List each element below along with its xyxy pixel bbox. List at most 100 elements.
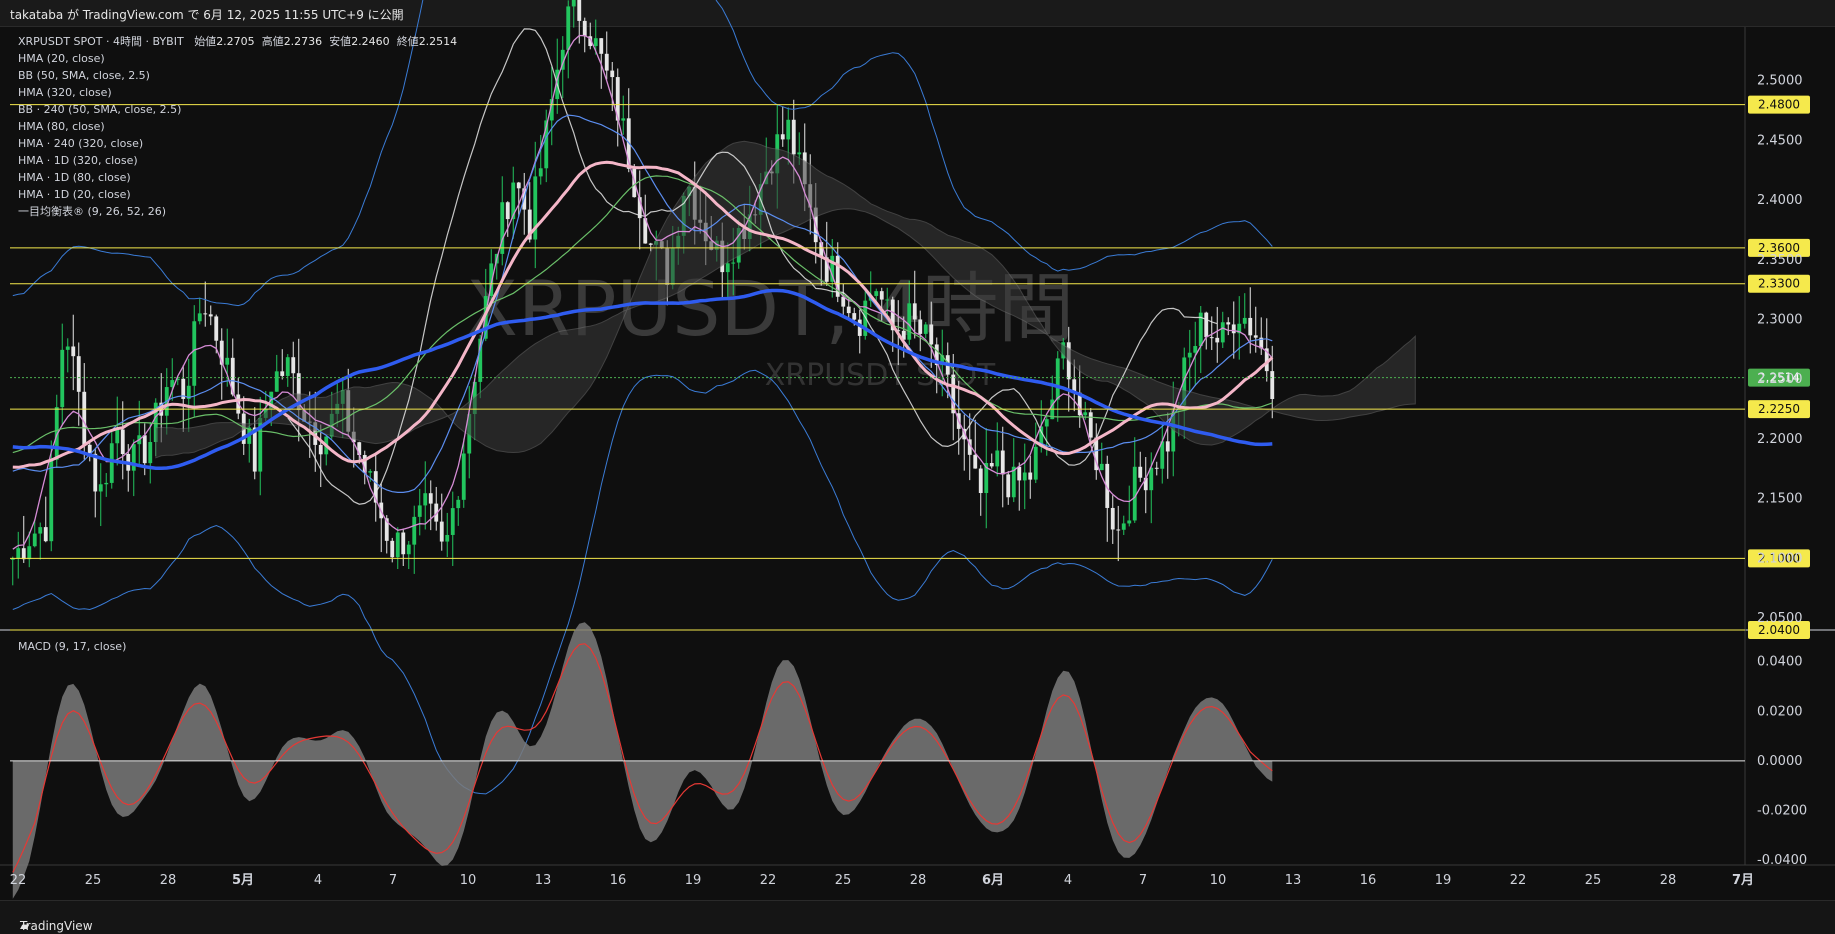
level-price-tag: 2.2250 (1748, 400, 1810, 419)
candle-body (1193, 346, 1198, 353)
indicator-item[interactable]: BB · 240 (50, SMA, close, 2.5) (18, 101, 457, 118)
candle-body (27, 546, 32, 560)
time-tick-label: 13 (535, 873, 552, 888)
candle-body (203, 313, 208, 315)
candle-body (1006, 474, 1011, 498)
candle-body (225, 357, 230, 365)
candle-body (923, 324, 928, 334)
indicator-legend[interactable]: XRPUSDT SPOT · 4時間 · BYBIT 始値2.2705 高値2.… (18, 33, 457, 220)
candle-body (538, 168, 543, 177)
candle-body (456, 499, 461, 509)
time-tick-label: 28 (160, 873, 177, 888)
candle-body (192, 321, 197, 386)
candle-body (1149, 467, 1154, 491)
candle-body (98, 484, 103, 492)
candle-body (874, 291, 879, 296)
candle-body (38, 527, 43, 534)
indicator-item[interactable]: HMA · 1D (20, close) (18, 186, 457, 203)
candle-body (912, 303, 917, 320)
level-tag-label: 2.4800 (1758, 98, 1800, 112)
candle-body (791, 119, 796, 155)
candle-body (852, 313, 857, 320)
candle-body (1127, 520, 1132, 524)
candle-body (82, 391, 87, 445)
time-tick-label: 22 (1510, 873, 1527, 888)
indicator-item[interactable]: HMA (320, close) (18, 84, 457, 101)
price-tick-label: 2.1500 (1757, 492, 1803, 507)
candle-body (461, 453, 466, 500)
candle-body (1226, 322, 1231, 325)
indicator-item[interactable]: HMA · 1D (80, close) (18, 169, 457, 186)
candle-body (76, 356, 81, 392)
candle-body (291, 357, 296, 374)
price-tick-label: 2.4000 (1757, 193, 1803, 208)
candle-body (1220, 322, 1225, 343)
time-tick-label: 22 (760, 873, 777, 888)
candle-body (109, 443, 114, 483)
indicator-item[interactable]: HMA · 240 (320, close) (18, 135, 457, 152)
candle-body (71, 346, 76, 357)
candle-body (395, 532, 400, 558)
candle-body (115, 429, 120, 444)
candle-body (197, 313, 202, 322)
candle-body (995, 450, 1000, 467)
level-tag-label: 2.2250 (1758, 402, 1800, 416)
symbol-name: XRPUSDT SPOT · 4時間 · BYBIT (18, 35, 184, 48)
candle-body (21, 548, 26, 560)
indicator-item[interactable]: HMA (80, close) (18, 118, 457, 135)
brand-text: TradingView (20, 919, 93, 933)
macd-tick-label: -0.0400 (1757, 853, 1807, 868)
candle-body (978, 468, 983, 494)
candle-body (725, 263, 730, 273)
candle-body (1187, 352, 1192, 358)
low-value: 2.2460 (351, 35, 390, 48)
indicator-item[interactable]: BB (50, SMA, close, 2.5) (18, 67, 457, 84)
candle-body (423, 493, 428, 506)
candle-body (142, 435, 147, 464)
candle-body (1022, 472, 1027, 481)
candle-body (148, 442, 153, 464)
candle-body (1270, 371, 1275, 399)
time-tick-label: 4 (1064, 873, 1072, 888)
time-tick-label: 5月 (232, 873, 254, 888)
candle-body (390, 540, 395, 558)
candle-body (120, 429, 125, 454)
candle-body (621, 118, 626, 121)
indicator-item[interactable]: 一目均衡表® (9, 26, 52, 26) (18, 203, 457, 220)
macd-tick-label: 0.0000 (1757, 754, 1803, 769)
candle-body (879, 291, 884, 300)
candle-body (786, 119, 791, 140)
candle-body (439, 521, 444, 542)
time-tick-label: 16 (1360, 873, 1377, 888)
open-value: 2.2705 (216, 35, 255, 48)
candle-body (566, 6, 571, 50)
candle-body (929, 324, 934, 345)
candle-body (10, 558, 15, 560)
candle-body (285, 357, 290, 376)
candle-body (16, 548, 21, 559)
candle-body (841, 296, 846, 307)
macd-label[interactable]: MACD (9, 17, close) (18, 640, 126, 653)
high-label: 高値 (261, 35, 284, 48)
time-tick-label: 16 (610, 873, 627, 888)
price-tick-label: 2.2000 (1757, 432, 1803, 447)
candle-body (274, 371, 279, 392)
candle-body (280, 371, 285, 376)
time-tick-label: 25 (1585, 873, 1602, 888)
indicator-item[interactable]: HMA (20, close) (18, 50, 457, 67)
candle-body (1121, 523, 1126, 530)
candle-body (401, 532, 406, 555)
time-tick-label: 25 (85, 873, 102, 888)
candle-body (610, 70, 615, 78)
macd-tick-label: -0.0200 (1757, 803, 1807, 818)
candle-body (208, 314, 213, 317)
price-tick-label: 2.3000 (1757, 313, 1803, 328)
indicator-item[interactable]: HMA · 1D (320, close) (18, 152, 457, 169)
candle-body (445, 534, 450, 542)
macd-tick-label: 0.0400 (1757, 655, 1803, 670)
candle-body (318, 444, 323, 455)
candle-body (1253, 335, 1258, 338)
price-tick-label: 2.4500 (1757, 133, 1803, 148)
candle-body (780, 134, 785, 140)
candle-body (1044, 419, 1049, 427)
